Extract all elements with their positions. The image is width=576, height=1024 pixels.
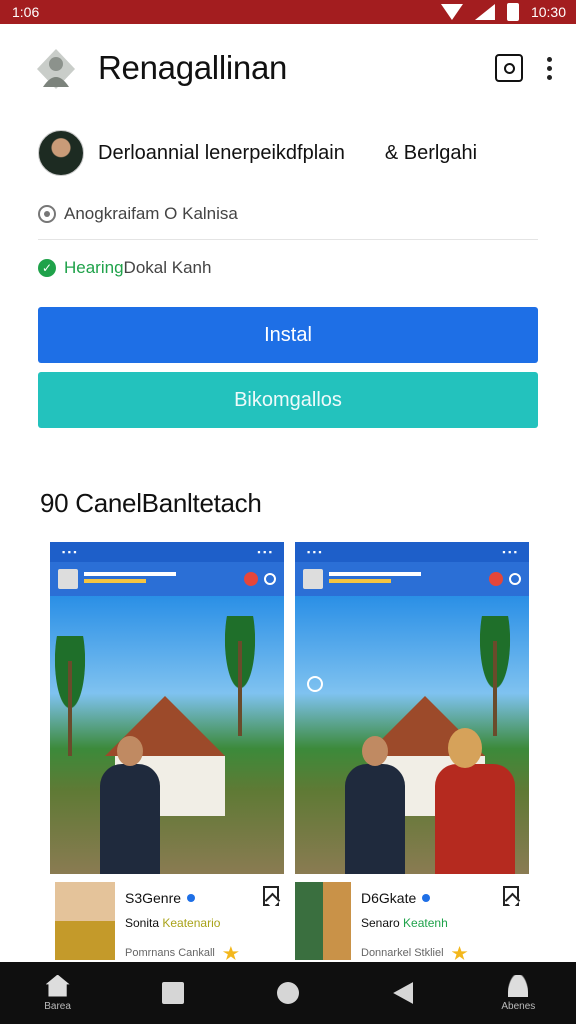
app-bar: Renagallinan xyxy=(0,24,576,112)
meta-line-2: ✓ Hearing Dokal Kanh xyxy=(38,252,538,284)
profile-icon xyxy=(508,974,529,997)
card-sub-prefix: Sonita xyxy=(125,916,163,930)
avatar xyxy=(38,130,84,176)
card-name: S3Genre xyxy=(125,890,182,906)
install-button[interactable]: Instal xyxy=(38,307,538,363)
card-name: D6Gkate xyxy=(361,890,417,906)
screenshots-title: 90 CanelBanltetach xyxy=(40,488,262,518)
review-card-1[interactable]: S3Genre Sonita Keatenario Pomrnans Canka… xyxy=(55,882,289,962)
screenshot-1-image xyxy=(50,596,284,874)
status-icons: 10:30 xyxy=(440,3,566,21)
status-clock: 10:30 xyxy=(530,4,566,20)
card-sub-prefix: Senaro xyxy=(361,916,404,930)
more-vert-icon[interactable] xyxy=(547,56,552,80)
card-thumbnail xyxy=(55,882,115,960)
screenshot-2[interactable]: ▪ ▪ ▪ ▪ ▪ ▪ xyxy=(295,542,529,874)
nav-recents[interactable] xyxy=(138,982,208,1004)
bottom-nav-bar: Barea Abenes xyxy=(0,962,576,1024)
nav-profile[interactable]: Abenes xyxy=(483,974,553,1012)
star-icon xyxy=(451,946,468,960)
meta-line-2-text: Dokal Kanh xyxy=(123,258,212,277)
developer-name[interactable]: Derloannial lenerpeikdfplain xyxy=(98,142,345,165)
developer-row[interactable]: Derloannial lenerpeikdfplain & Berlgahi xyxy=(38,126,538,180)
nav-home-circle[interactable] xyxy=(253,982,323,1004)
card-thumbnail xyxy=(295,882,351,960)
nav-back[interactable] xyxy=(368,982,438,1004)
meta-line-1-text: Anogkraifam O Kalnisa xyxy=(64,204,238,223)
logo-icon xyxy=(30,42,82,94)
meta-line-1: Anogkraifam O Kalnisa xyxy=(38,198,538,230)
secondary-button[interactable]: Bikomgallos xyxy=(38,372,538,428)
radio-icon xyxy=(38,205,56,223)
verified-icon xyxy=(422,894,431,902)
signal-icon xyxy=(474,4,495,20)
check-circle-icon: ✓ xyxy=(38,259,56,277)
wifi-icon xyxy=(440,4,463,20)
status-time: 1:06 xyxy=(12,4,40,20)
nav-home[interactable]: Barea xyxy=(23,974,93,1012)
screenshot-2-image xyxy=(295,596,529,874)
status-bar: 1:06 10:30 xyxy=(0,0,576,24)
nav-profile-label: Abenes xyxy=(501,1000,536,1012)
heart-icon xyxy=(307,676,323,692)
review-card-2[interactable]: D6Gkate Senaro Keatenh Donnarkel Stkliel xyxy=(295,882,529,962)
screenshot-1[interactable]: ▪ ▪ ▪ ▪ ▪ ▪ xyxy=(50,542,284,874)
camera-button[interactable] xyxy=(491,50,527,86)
camera-icon xyxy=(495,54,523,82)
divider xyxy=(38,239,538,240)
home-icon xyxy=(45,974,70,997)
card-sub-highlight: Keatenario xyxy=(162,916,221,930)
star-icon xyxy=(222,946,239,960)
circle-icon xyxy=(276,982,299,1004)
developer-extra: & Berlgahi xyxy=(384,141,478,164)
card-footer: Pomrnans Cankall xyxy=(125,947,215,959)
bookmark-icon[interactable] xyxy=(503,886,519,906)
nav-home-label: Barea xyxy=(44,1000,71,1012)
bookmark-icon[interactable] xyxy=(263,886,279,906)
card-footer: Donnarkel Stkliel xyxy=(361,947,444,959)
meta-line-2-highlight: Hearing xyxy=(64,258,124,277)
square-icon xyxy=(161,982,184,1004)
verified-icon xyxy=(187,894,196,902)
battery-icon xyxy=(506,3,519,21)
card-sub-highlight: Keatenh xyxy=(403,916,448,930)
app-title: Renagallinan xyxy=(98,49,288,86)
back-icon xyxy=(393,982,414,1004)
